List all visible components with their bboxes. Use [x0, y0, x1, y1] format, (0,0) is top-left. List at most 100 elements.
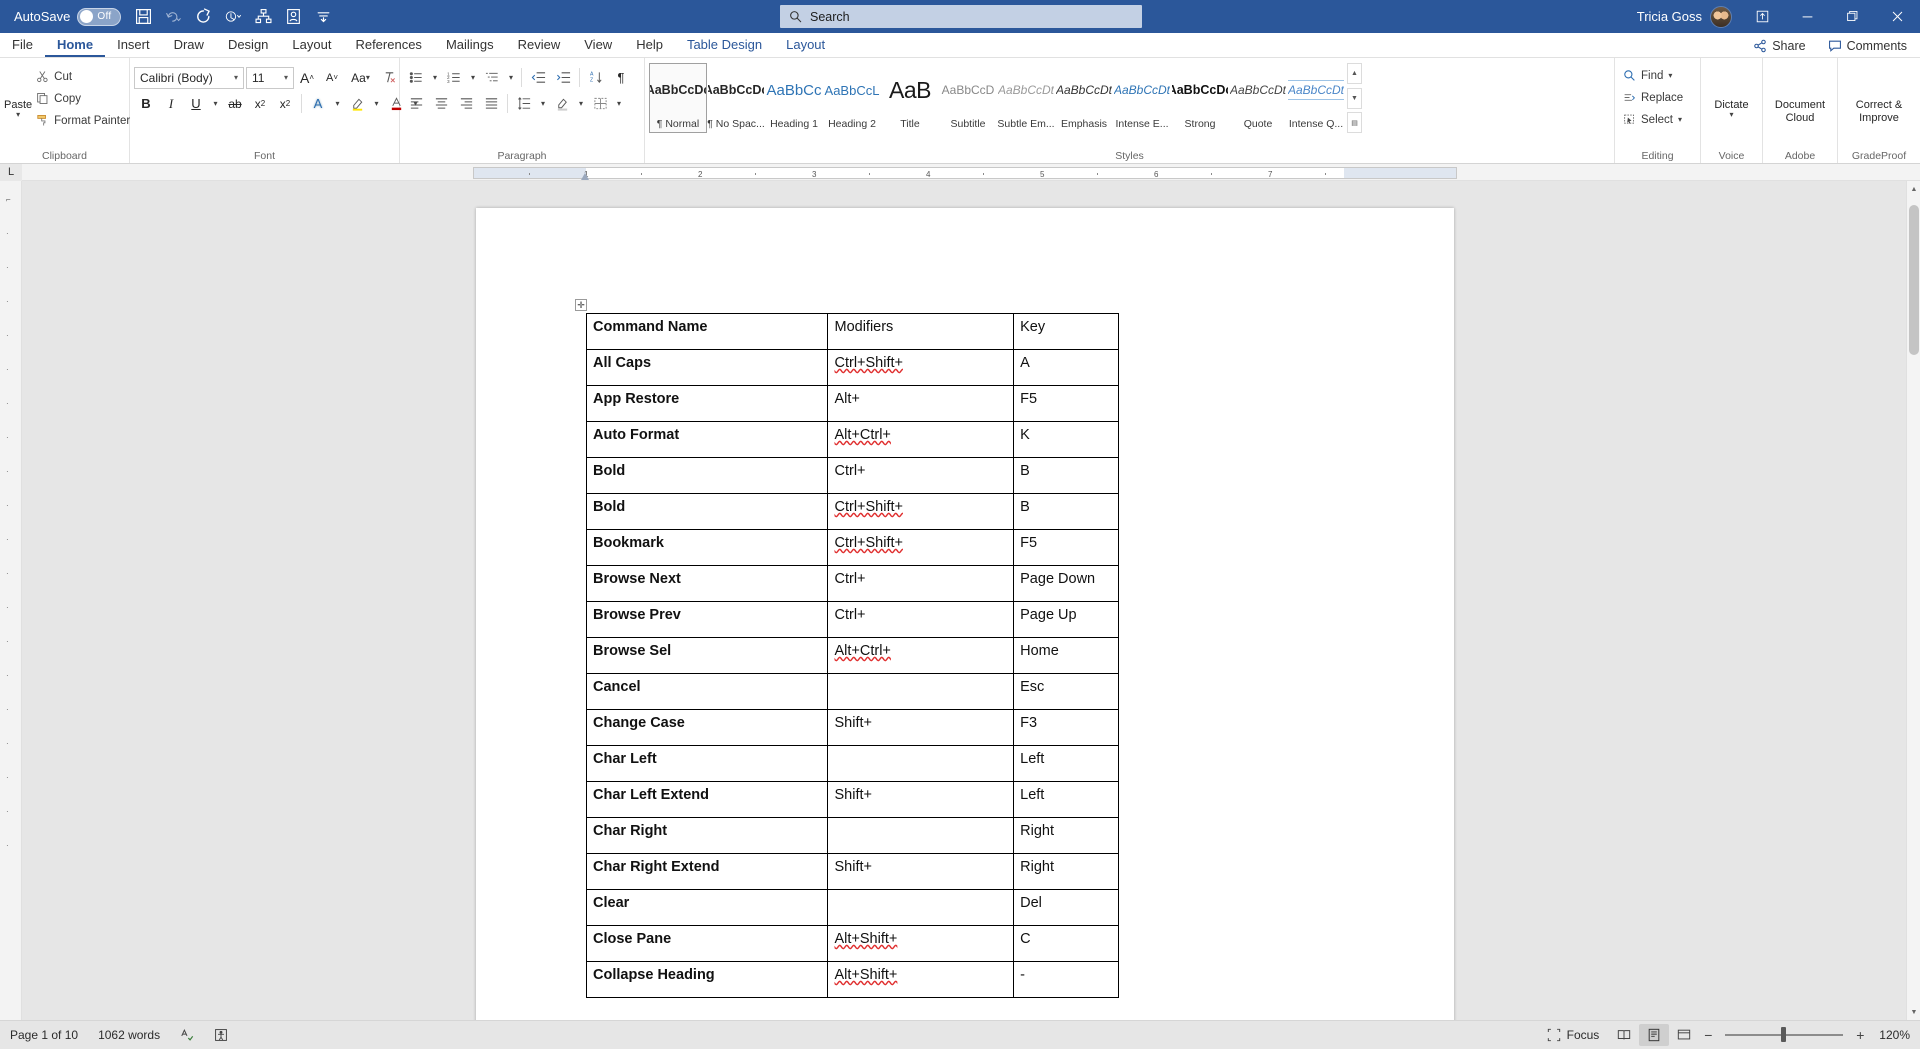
table-row[interactable]: Char LeftLeft	[587, 746, 1119, 782]
tab-help[interactable]: Help	[624, 32, 675, 57]
subscript-icon[interactable]: x2	[248, 92, 272, 115]
underline-dropdown-arrow-icon[interactable]: ▾	[209, 92, 222, 115]
text-effects-icon[interactable]: A	[306, 92, 330, 115]
correct-improve-button[interactable]: Correct & Improve	[1842, 61, 1916, 124]
tab-view[interactable]: View	[572, 32, 624, 57]
bullets-icon[interactable]	[404, 66, 428, 89]
document-page[interactable]: ✛ Command Name Modifiers Key All CapsCtr…	[476, 208, 1454, 1020]
tab-draw[interactable]: Draw	[162, 32, 216, 57]
style-normal[interactable]: AaBbCcDc ¶ Normal	[649, 63, 707, 133]
table-row[interactable]: Char Right ExtendShift+Right	[587, 854, 1119, 890]
show-marks-icon[interactable]: ¶	[609, 66, 633, 89]
style-subtitle[interactable]: AaBbCcD Subtitle	[939, 63, 997, 133]
highlight-dropdown-arrow-icon[interactable]: ▾	[370, 92, 383, 115]
cut-button[interactable]: Cut	[32, 66, 134, 87]
organization-chart-icon[interactable]	[249, 4, 277, 30]
text-effects-dropdown-arrow-icon[interactable]: ▾	[331, 92, 344, 115]
print-layout-icon[interactable]	[1639, 1024, 1669, 1046]
table-row[interactable]: Char RightRight	[587, 818, 1119, 854]
styles-scroll-down-icon[interactable]: ▼	[1347, 88, 1362, 109]
borders-dropdown-arrow-icon[interactable]: ▾	[613, 92, 625, 115]
style-heading-2[interactable]: AaBbCcL Heading 2	[823, 63, 881, 133]
web-layout-icon[interactable]	[1669, 1024, 1699, 1046]
save-icon[interactable]	[129, 4, 157, 30]
justify-icon[interactable]	[479, 92, 503, 115]
page-indicator[interactable]: Page 1 of 10	[0, 1021, 88, 1049]
styles-scroll-up-icon[interactable]: ▲	[1347, 63, 1362, 84]
dictate-button[interactable]: Dictate ▾	[1706, 61, 1758, 118]
shading-dropdown-arrow-icon[interactable]: ▾	[575, 92, 587, 115]
find-dropdown-arrow-icon[interactable]: ▾	[1668, 73, 1672, 79]
style-subtle-emphasis[interactable]: AaBbCcDt Subtle Em...	[997, 63, 1055, 133]
word-count[interactable]: 1062 words	[88, 1021, 170, 1049]
table-move-handle[interactable]: ✛	[575, 299, 587, 311]
chevron-down-icon[interactable]: ▾	[282, 73, 290, 82]
tab-stop-selector[interactable]: L	[0, 164, 22, 181]
style-intense-emphasis[interactable]: AaBbCcDt Intense E...	[1113, 63, 1171, 133]
font-name-combo[interactable]: Calibri (Body) ▾	[134, 67, 244, 89]
table-row[interactable]: App RestoreAlt+F5	[587, 386, 1119, 422]
focus-button[interactable]: Focus	[1537, 1021, 1610, 1049]
tab-mailings[interactable]: Mailings	[434, 32, 506, 57]
scroll-down-icon[interactable]: ▼	[1907, 1004, 1920, 1020]
copy-button[interactable]: Copy	[32, 88, 134, 109]
zoom-thumb[interactable]	[1781, 1027, 1786, 1042]
redo-icon[interactable]	[189, 4, 217, 30]
tab-insert[interactable]: Insert	[105, 32, 162, 57]
grow-font-icon[interactable]: A˄	[295, 66, 319, 89]
table-row[interactable]: Browse NextCtrl+Page Down	[587, 566, 1119, 602]
tab-references[interactable]: References	[343, 32, 433, 57]
strikethrough-icon[interactable]: ab	[223, 92, 247, 115]
numbering-icon[interactable]: 123	[442, 66, 466, 89]
scrollbar-thumb[interactable]	[1909, 205, 1919, 355]
align-right-icon[interactable]	[454, 92, 478, 115]
style-emphasis[interactable]: AaBbCcDt Emphasis	[1055, 63, 1113, 133]
replace-button[interactable]: Replace	[1619, 87, 1687, 108]
style-no-spacing[interactable]: AaBbCcDc ¶ No Spac...	[707, 63, 765, 133]
table-row[interactable]: Collapse HeadingAlt+Shift+-	[587, 962, 1119, 998]
horizontal-ruler[interactable]: 1 2 3 4 5 6 7	[473, 167, 1457, 179]
spelling-grammar-button[interactable]	[170, 1021, 204, 1049]
tab-layout[interactable]: Layout	[280, 32, 343, 57]
table-row[interactable]: Char Left ExtendShift+Left	[587, 782, 1119, 818]
tab-table-design[interactable]: Table Design	[675, 32, 774, 57]
borders-icon[interactable]	[588, 92, 612, 115]
bullets-dropdown-arrow-icon[interactable]: ▾	[429, 66, 441, 89]
multilevel-list-icon[interactable]	[480, 66, 504, 89]
avatar[interactable]	[1710, 6, 1732, 28]
clear-formatting-icon[interactable]	[377, 66, 401, 89]
italic-icon[interactable]: I	[159, 92, 183, 115]
style-quote[interactable]: AaBbCcDt Quote	[1229, 63, 1287, 133]
autosave-switch[interactable]: Off	[77, 8, 121, 26]
style-title[interactable]: AaB Title	[881, 63, 939, 133]
underline-icon[interactable]: U	[184, 92, 208, 115]
multilevel-dropdown-arrow-icon[interactable]: ▾	[505, 66, 517, 89]
font-size-combo[interactable]: 11 ▾	[246, 67, 294, 89]
zoom-in-button[interactable]: +	[1851, 1027, 1869, 1043]
numbering-dropdown-arrow-icon[interactable]: ▾	[467, 66, 479, 89]
table-row[interactable]: All CapsCtrl+Shift+A	[587, 350, 1119, 386]
format-painter-button[interactable]: Format Painter	[32, 110, 134, 131]
table-row[interactable]: Browse SelAlt+Ctrl+Home	[587, 638, 1119, 674]
align-center-icon[interactable]	[429, 92, 453, 115]
style-strong[interactable]: AaBbCcDc Strong	[1171, 63, 1229, 133]
table-header-row[interactable]: Command Name Modifiers Key	[587, 314, 1119, 350]
select-button[interactable]: Select ▾	[1619, 109, 1686, 130]
styles-more-icon[interactable]: ▤	[1347, 112, 1362, 133]
tab-home[interactable]: Home	[45, 32, 105, 57]
table-row[interactable]: BoldCtrl+Shift+B	[587, 494, 1119, 530]
align-left-icon[interactable]	[404, 92, 428, 115]
decrease-indent-icon[interactable]	[526, 66, 550, 89]
tab-design[interactable]: Design	[216, 32, 280, 57]
table-row[interactable]: Close PaneAlt+Shift+C	[587, 926, 1119, 962]
table-row[interactable]: Change CaseShift+F3	[587, 710, 1119, 746]
paste-dropdown-arrow-icon[interactable]: ▾	[16, 112, 20, 118]
dictate-dropdown-arrow-icon[interactable]: ▾	[1729, 112, 1733, 118]
vertical-scrollbar[interactable]: ▲ ▼	[1906, 181, 1920, 1020]
zoom-level-button[interactable]: 120%	[1869, 1021, 1920, 1049]
shortcuts-table[interactable]: Command Name Modifiers Key All CapsCtrl+…	[586, 313, 1119, 998]
minimize-icon[interactable]	[1785, 0, 1830, 33]
table-row[interactable]: ClearDel	[587, 890, 1119, 926]
table-row[interactable]: Browse PrevCtrl+Page Up	[587, 602, 1119, 638]
table-row[interactable]: BookmarkCtrl+Shift+F5	[587, 530, 1119, 566]
